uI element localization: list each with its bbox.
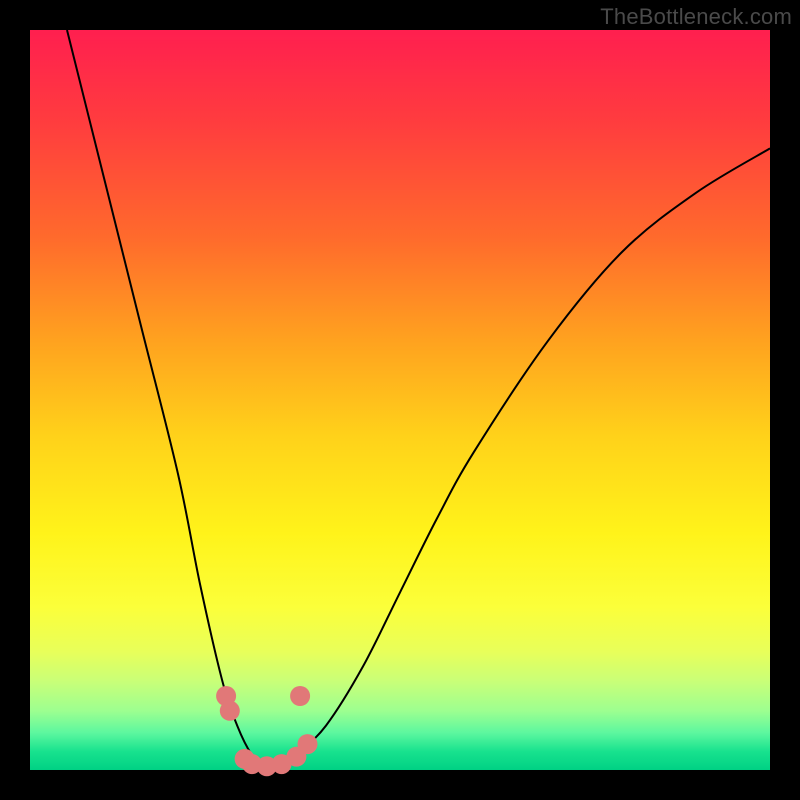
marker-dot — [290, 686, 310, 706]
watermark-text: TheBottleneck.com — [600, 4, 792, 30]
plot-area — [30, 30, 770, 770]
marker-dot — [220, 701, 240, 721]
marker-dot — [298, 734, 318, 754]
bottleneck-curve — [67, 30, 770, 772]
curve-layer — [30, 30, 770, 770]
highlight-dots — [216, 686, 317, 776]
chart-frame: TheBottleneck.com — [0, 0, 800, 800]
